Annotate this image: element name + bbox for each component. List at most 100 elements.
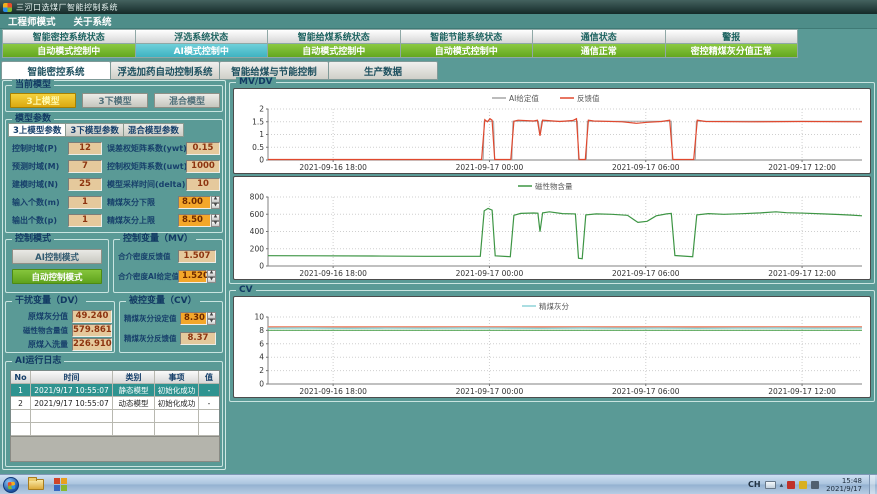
log-cell: 初始化成功 (155, 397, 199, 410)
param-value-m: 7 (68, 160, 102, 173)
svg-text:6: 6 (259, 339, 264, 348)
log-cell: 2021/9/17 10:55:07 (31, 384, 113, 397)
status-header-flotation: 浮选系统状态 (135, 29, 269, 44)
menu-bar: 工程师模式 关于系统 (0, 14, 877, 29)
param-label-ash-lower: 精煤灰分下限 (107, 196, 155, 209)
start-button[interactable] (3, 477, 19, 493)
status-value-energysave: 自动模式控制中 (400, 43, 534, 58)
mv-feedback-label: 合介密度反馈值 (118, 250, 171, 263)
status-header-coalfeed: 智能给煤系统状态 (267, 29, 401, 44)
mv-groupbox: 控制变量（MV） 合介密度反馈值 1.507 合介密度AI给定值 1.520 ▲… (113, 239, 223, 293)
keyboard-icon[interactable] (765, 481, 776, 489)
auto-control-mode-button[interactable]: 自动控制模式 (12, 269, 102, 284)
tab-flotation-dosing[interactable]: 浮选加药自动控制系统 (110, 61, 220, 80)
param-tab-3up[interactable]: 3上模型参数 (8, 123, 66, 137)
mvdv-group-title: MV/DV (236, 77, 276, 88)
svg-text:1.5: 1.5 (252, 117, 264, 126)
network-tray-icon[interactable] (799, 481, 807, 489)
param-input-ash-lower[interactable]: 8.00 (178, 196, 211, 209)
tray-expand-icon[interactable]: ▴ (780, 481, 784, 489)
log-cell: - (199, 384, 219, 397)
cv-setpoint-spinner: ▲▼ (207, 312, 216, 325)
mv-group-title: 控制变量（MV） (120, 234, 196, 245)
ai-control-mode-button[interactable]: AI控制模式 (12, 249, 102, 264)
status-header-micontrol: 智能密控系统状态 (2, 29, 136, 44)
spin-down-icon[interactable]: ▼ (207, 319, 216, 326)
cv-groupbox: 被控变量（CV） 精煤灰分设定值 8.30 ▲▼ 精煤灰分反馈值 8.37 (119, 301, 223, 353)
alert-tray-icon[interactable] (787, 481, 795, 489)
param-value-inputs: 1 (68, 196, 102, 209)
log-row-2[interactable]: 2 2021/9/17 10:55:07 动态模型 初始化成功 - (11, 397, 219, 410)
param-label-m: 预测时域(M) (12, 160, 59, 173)
status-header-row: 智能密控系统状态 浮选系统状态 智能给煤系统状态 智能节能系统状态 通信状态 警… (2, 29, 798, 44)
svg-text:2021-09-17 06:00: 2021-09-17 06:00 (612, 387, 680, 396)
svg-text:反馈值: 反馈值 (577, 93, 600, 103)
param-label-delta: 模型采样时间(delta) (107, 178, 185, 191)
dv-magnetic-value: 579.861 (72, 324, 112, 337)
status-value-comm: 通信正常 (532, 43, 666, 58)
model-button-3down[interactable]: 3下模型 (82, 93, 148, 108)
param-label-outputs: 输出个数(p) (12, 214, 57, 227)
menu-item-engineer-mode[interactable]: 工程师模式 (8, 14, 56, 28)
svg-text:1: 1 (259, 130, 264, 139)
svg-text:2021-09-17 00:00: 2021-09-17 00:00 (456, 269, 524, 278)
log-row-empty (11, 410, 219, 423)
svg-text:2021-09-17 06:00: 2021-09-17 06:00 (612, 269, 680, 278)
cv-setpoint-label: 精煤灰分设定值 (124, 312, 177, 325)
dv-magnetic-label: 磁性物含量值 (10, 324, 68, 337)
tab-intelligent-density-control[interactable]: 智能密控系统 (1, 61, 111, 80)
language-indicator[interactable]: CH (748, 480, 761, 489)
spin-down-icon[interactable]: ▼ (211, 203, 220, 210)
log-header-type: 类别 (113, 371, 155, 384)
show-desktop-button[interactable] (869, 475, 875, 494)
dv-rawash-label: 原煤灰分值 (10, 310, 68, 323)
status-value-coalfeed: 自动模式控制中 (267, 43, 401, 58)
ash-upper-spinner: ▲▼ (211, 214, 220, 227)
ai-log-table: No 时间 类别 事项 值 1 2021/9/17 10:55:07 静态模型 … (10, 370, 220, 437)
status-header-energysave: 智能节能系统状态 (400, 29, 534, 44)
param-tab-mixed[interactable]: 混合模型参数 (123, 123, 184, 137)
folder-icon (28, 479, 44, 490)
system-status-grid: 智能密控系统状态 浮选系统状态 智能给煤系统状态 智能节能系统状态 通信状态 警… (2, 29, 798, 58)
svg-text:2021-09-16 18:00: 2021-09-16 18:00 (299, 387, 367, 396)
clock: 15:48 2021/9/17 (826, 477, 862, 493)
mvdv-groupbox: MV/DV 00.511.522021-09-16 18:002021-09-1… (229, 82, 875, 284)
param-value-delta: 10 (186, 178, 220, 191)
cv-chart-group-title: CV (236, 285, 256, 296)
explorer-taskbar-button[interactable] (24, 476, 48, 494)
param-tab-3down[interactable]: 3下模型参数 (65, 123, 123, 137)
menu-item-about-system[interactable]: 关于系统 (74, 14, 112, 28)
status-value-alarm: 密控精煤灰分值正常 (665, 43, 799, 58)
svg-text:2021-09-17 00:00: 2021-09-17 00:00 (456, 387, 524, 396)
svg-text:2021-09-17 06:00: 2021-09-17 06:00 (612, 163, 680, 172)
log-cell: 2021/9/17 10:55:07 (31, 397, 113, 410)
svg-text:2021-09-17 12:00: 2021-09-17 12:00 (768, 269, 836, 278)
ai-log-title: AI运行日志 (12, 356, 64, 367)
log-cell: 动态模型 (113, 397, 155, 410)
log-row-1[interactable]: 1 2021/9/17 10:55:07 静态模型 初始化成功 - (11, 384, 219, 397)
app-taskbar-button[interactable] (48, 476, 72, 494)
svg-text:2021-09-17 12:00: 2021-09-17 12:00 (768, 163, 836, 172)
spin-down-icon[interactable]: ▼ (207, 277, 216, 284)
model-button-mixed[interactable]: 混合模型 (154, 93, 220, 108)
window-title: 三河口选煤厂智能控制系统 (16, 2, 118, 13)
status-header-alarm: 警报 (665, 29, 799, 44)
tab-production-data[interactable]: 生产数据 (328, 61, 438, 80)
dv-rawash-value: 49.240 (72, 310, 112, 323)
ai-log-groupbox: AI运行日志 No 时间 类别 事项 值 1 2021/9/17 10:55:0… (5, 361, 223, 467)
param-label-inputs: 输入个数(m) (12, 196, 60, 209)
cv-setpoint-input[interactable]: 8.30 (180, 312, 207, 325)
svg-text:0.5: 0.5 (252, 143, 264, 152)
model-button-3up[interactable]: 3上模型 (10, 93, 76, 108)
param-value-outputs: 1 (68, 214, 102, 227)
svg-text:800: 800 (250, 193, 265, 202)
dv-group-title: 干扰变量（DV） (12, 296, 86, 307)
param-input-ash-upper[interactable]: 8.50 (178, 214, 211, 227)
model-params-tabstrip: 3上模型参数 3下模型参数 混合模型参数 (9, 123, 184, 137)
log-cell: 静态模型 (113, 384, 155, 397)
spin-down-icon[interactable]: ▼ (211, 221, 220, 228)
volume-tray-icon[interactable] (811, 481, 819, 489)
svg-text:2: 2 (259, 105, 264, 114)
svg-text:AI给定值: AI给定值 (509, 93, 539, 103)
mv-ai-setpoint-input[interactable]: 1.520 (178, 270, 207, 283)
